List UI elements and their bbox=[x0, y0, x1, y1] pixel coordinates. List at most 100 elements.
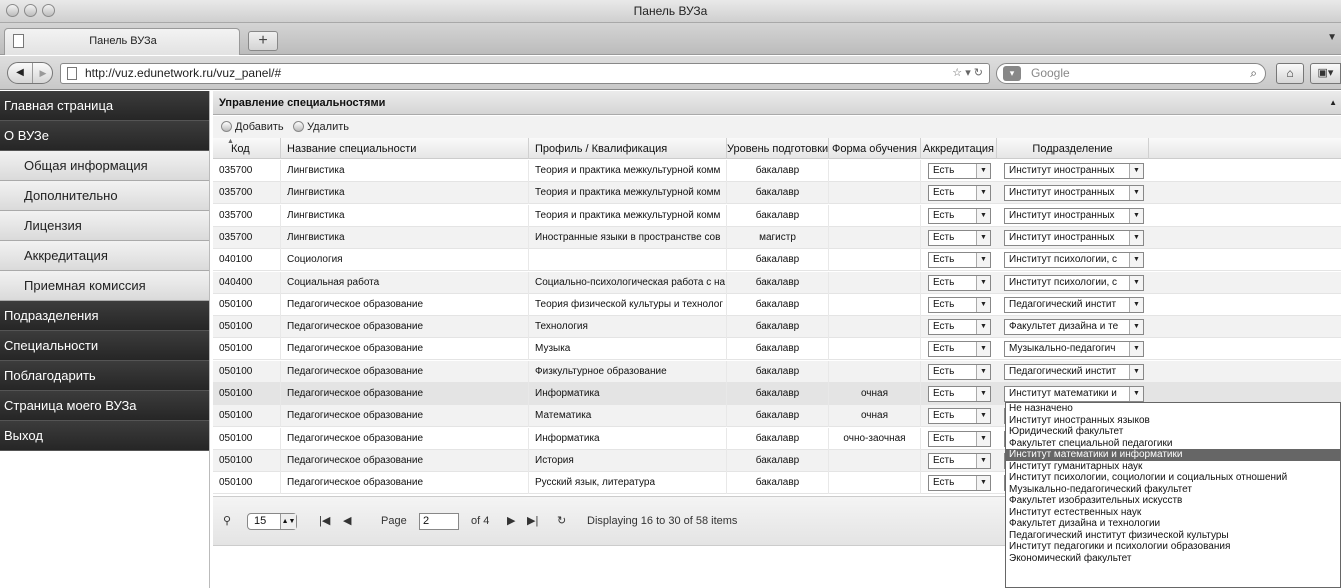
home-button[interactable]: ⌂ bbox=[1276, 63, 1304, 84]
dropdown-option[interactable]: Факультет специальной педагогики bbox=[1006, 438, 1340, 450]
table-row[interactable]: 040100 Социология бакалавр Есть ▼ Институт пс… bbox=[213, 249, 1341, 272]
table-row[interactable]: 050100 Педагогическое образование Музыка ба… bbox=[213, 338, 1341, 361]
accreditation-select[interactable]: Есть ▼ bbox=[928, 363, 991, 380]
sidebar-item[interactable]: Дополнительно bbox=[0, 181, 209, 211]
sidebar-item[interactable]: О ВУЗе bbox=[0, 121, 209, 151]
chevron-down-icon[interactable]: ▼ bbox=[1129, 297, 1143, 312]
accreditation-select[interactable]: Есть ▼ bbox=[928, 207, 991, 224]
address-bar[interactable]: http://vuz.edunetwork.ru/vuz_panel/# ☆ ▾… bbox=[60, 63, 990, 84]
chevron-down-icon[interactable]: ▼ bbox=[976, 164, 990, 178]
dropdown-option[interactable]: Институт психологии, социологии и социал… bbox=[1006, 472, 1340, 484]
chevron-down-icon[interactable]: ▼ bbox=[976, 186, 990, 201]
dropdown-option[interactable]: Институт математики и информатики bbox=[1006, 449, 1340, 461]
table-row[interactable]: 035700 Лингвистика Теория и практика межку… bbox=[213, 182, 1341, 205]
tab-list-icon[interactable]: ▼ bbox=[1327, 32, 1337, 43]
back-button[interactable]: ◀ bbox=[8, 63, 33, 83]
chevron-down-icon[interactable]: ▼ bbox=[976, 320, 990, 335]
dropdown-option[interactable]: Юридический факультет bbox=[1006, 426, 1340, 438]
department-select[interactable]: Педагогический инстит ▼ bbox=[1004, 363, 1144, 380]
sidebar-item[interactable]: Страница моего ВУЗа bbox=[0, 391, 209, 421]
chevron-down-icon[interactable]: ▼ bbox=[1129, 364, 1143, 379]
accreditation-select[interactable]: Есть ▼ bbox=[928, 185, 991, 202]
sidebar-item[interactable]: Специальности bbox=[0, 331, 209, 361]
last-page-icon[interactable]: ▶| bbox=[527, 512, 538, 530]
sidebar-item[interactable]: Поблагодарить bbox=[0, 361, 209, 391]
add-button[interactable]: Добавить bbox=[221, 116, 284, 138]
dropdown-option[interactable]: Педагогический институт физической культ… bbox=[1006, 530, 1340, 542]
refresh-icon[interactable]: ↻ bbox=[557, 512, 566, 530]
zoom-window-button[interactable] bbox=[42, 4, 55, 17]
column-header[interactable]: Название специальности bbox=[281, 138, 529, 159]
accreditation-select[interactable]: Есть ▼ bbox=[928, 341, 991, 358]
chevron-down-icon[interactable]: ▼ bbox=[1129, 164, 1143, 178]
chevron-down-icon[interactable]: ▼ bbox=[1129, 230, 1143, 245]
collapse-icon[interactable]: ▲ bbox=[1329, 91, 1337, 115]
dropdown-option[interactable]: Не назначено bbox=[1006, 403, 1340, 415]
sidebar-item[interactable]: Выход bbox=[0, 421, 209, 451]
accreditation-select[interactable]: Есть ▼ bbox=[928, 163, 991, 179]
column-header[interactable]: Уровень подготовки bbox=[727, 138, 829, 159]
dropdown-option[interactable]: Факультет дизайна и технологии bbox=[1006, 518, 1340, 530]
column-header[interactable]: Профиль / Квалификация bbox=[529, 138, 727, 159]
sidebar-item[interactable]: Аккредитация bbox=[0, 241, 209, 271]
chevron-down-icon[interactable]: ▼ bbox=[976, 476, 990, 491]
table-row[interactable]: 035700 Лингвистика Иностранные языки в про… bbox=[213, 226, 1341, 249]
department-select[interactable]: Институт психологии, с ▼ bbox=[1004, 252, 1144, 269]
department-select[interactable]: Институт иностранных ▼ bbox=[1004, 229, 1144, 246]
chevron-down-icon[interactable]: ▼ bbox=[976, 387, 990, 401]
dropdown-option[interactable]: Институт педагогики и психологии образов… bbox=[1006, 541, 1340, 553]
accreditation-select[interactable]: Есть ▼ bbox=[928, 319, 991, 336]
chevron-down-icon[interactable]: ▼ bbox=[976, 409, 990, 424]
table-row[interactable]: 035700 Лингвистика Теория и практика межку… bbox=[213, 160, 1341, 182]
department-select[interactable]: Институт иностранных ▼ bbox=[1004, 207, 1144, 224]
dropdown-option[interactable]: Музыкально-педагогический факультет bbox=[1006, 484, 1340, 496]
accreditation-select[interactable]: Есть ▼ bbox=[928, 252, 991, 269]
accreditation-select[interactable]: Есть ▼ bbox=[928, 408, 991, 425]
chevron-down-icon[interactable]: ▼ bbox=[1129, 275, 1143, 290]
chevron-down-icon[interactable]: ▼ bbox=[976, 230, 990, 245]
accreditation-select[interactable]: Есть ▼ bbox=[928, 452, 991, 469]
column-header[interactable]: Аккредитация bbox=[921, 138, 997, 159]
chevron-down-icon[interactable]: ▼ bbox=[976, 431, 990, 446]
chevron-down-icon[interactable]: ▼ bbox=[976, 208, 990, 223]
accreditation-select[interactable]: Есть ▼ bbox=[928, 274, 991, 291]
search-box[interactable]: ▾ Google ⌕ bbox=[996, 63, 1266, 84]
chevron-down-icon[interactable]: ▼ bbox=[1129, 320, 1143, 335]
column-header[interactable]: ▲ Код bbox=[213, 138, 281, 159]
bookmark-star-icon[interactable]: ☆ ▾ ↻ bbox=[952, 64, 983, 83]
chevron-down-icon[interactable]: ▼ bbox=[976, 253, 990, 268]
sidebar-item[interactable]: Лицензия bbox=[0, 211, 209, 241]
delete-button[interactable]: Удалить bbox=[293, 116, 349, 138]
previous-page-icon[interactable]: ◀ bbox=[343, 512, 351, 530]
search-icon[interactable]: ⌕ bbox=[1250, 64, 1257, 83]
forward-button[interactable]: ▶ bbox=[34, 63, 52, 83]
minimize-window-button[interactable] bbox=[24, 4, 37, 17]
chevron-down-icon[interactable]: ▼ bbox=[1129, 253, 1143, 268]
accreditation-select[interactable]: Есть ▼ bbox=[928, 229, 991, 246]
table-row[interactable]: 040400 Социальная работа Социально-психоло… bbox=[213, 271, 1341, 294]
chevron-down-icon[interactable]: ▼ bbox=[976, 453, 990, 468]
accreditation-select[interactable]: Есть ▼ bbox=[928, 475, 991, 492]
chevron-down-icon[interactable]: ▼ bbox=[976, 275, 990, 290]
chevron-down-icon[interactable]: ▼ bbox=[976, 342, 990, 357]
search-icon[interactable]: ⚲ bbox=[223, 512, 231, 530]
department-select[interactable]: Институт иностранных ▼ bbox=[1004, 185, 1144, 202]
accreditation-select[interactable]: Есть ▼ bbox=[928, 430, 991, 447]
accreditation-select[interactable]: Есть ▼ bbox=[928, 386, 991, 402]
dropdown-option[interactable]: Экономический факультет bbox=[1006, 553, 1340, 565]
column-header[interactable]: Форма обучения bbox=[829, 138, 921, 159]
table-row[interactable]: 035700 Лингвистика Теория и практика межку… bbox=[213, 204, 1341, 227]
table-row[interactable]: 050100 Педагогическое образование Теория ф… bbox=[213, 293, 1341, 316]
department-select[interactable]: Институт психологии, с ▼ bbox=[1004, 274, 1144, 291]
department-select[interactable]: Музыкально-педагогич ▼ bbox=[1004, 341, 1144, 358]
chevron-down-icon[interactable]: ▼ bbox=[1129, 342, 1143, 357]
chevron-down-icon[interactable]: ▼ bbox=[1129, 387, 1143, 401]
department-select[interactable]: Факультет дизайна и те ▼ bbox=[1004, 319, 1144, 336]
dropdown-option[interactable]: Институт иностранных языков bbox=[1006, 415, 1340, 427]
dropdown-option[interactable]: Факультет изобразительных искусств bbox=[1006, 495, 1340, 507]
department-select[interactable]: Институт иностранных ▼ bbox=[1004, 163, 1144, 179]
chevron-down-icon[interactable]: ▼ bbox=[1129, 186, 1143, 201]
addon-menu-button[interactable]: ▣▾ bbox=[1310, 63, 1341, 84]
dropdown-option[interactable]: Институт гуманитарных наук bbox=[1006, 461, 1340, 473]
browser-tab[interactable]: Панель ВУЗа bbox=[4, 28, 240, 55]
